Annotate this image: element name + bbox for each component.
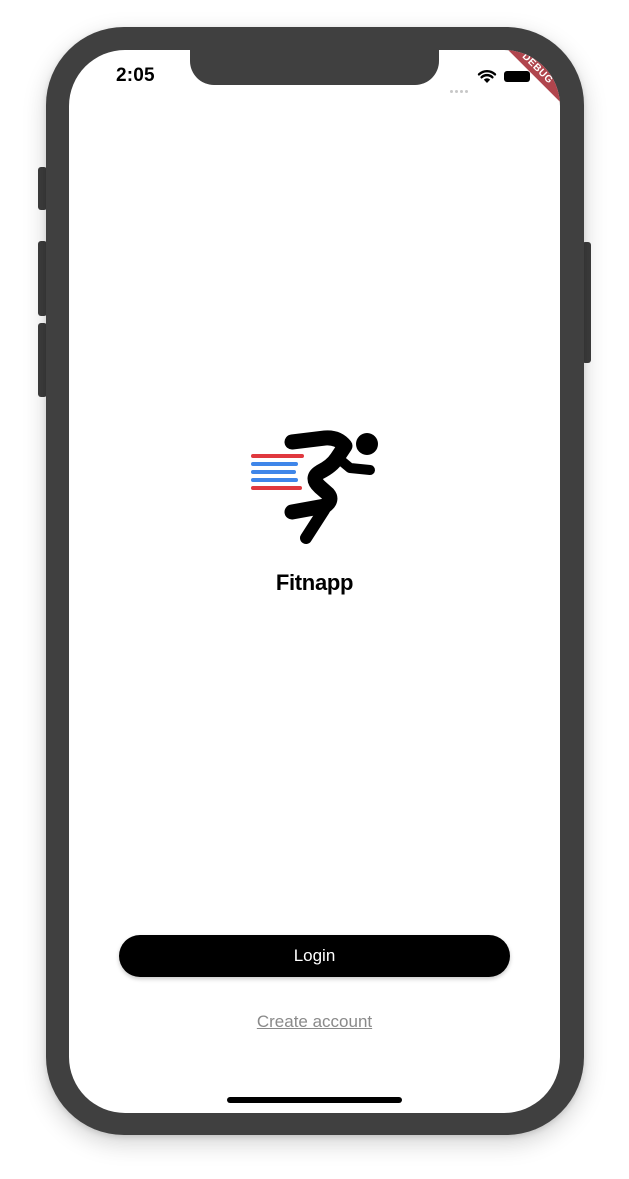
home-indicator[interactable] xyxy=(227,1097,402,1103)
signal-dots-icon xyxy=(450,80,470,93)
login-button[interactable]: Login xyxy=(119,935,510,977)
battery-icon xyxy=(504,71,530,82)
wifi-icon xyxy=(477,70,497,83)
running-man-icon xyxy=(251,430,378,544)
app-screen: 2:05 DEBUG Fitnapp Login Create account xyxy=(69,50,560,1113)
notch xyxy=(190,50,439,85)
status-time: 2:05 xyxy=(116,65,155,86)
device-stage: 2:05 DEBUG Fitnapp Login Create account xyxy=(0,0,629,1179)
create-account-link[interactable]: Create account xyxy=(69,1012,560,1032)
app-name: Fitnapp xyxy=(275,570,354,595)
